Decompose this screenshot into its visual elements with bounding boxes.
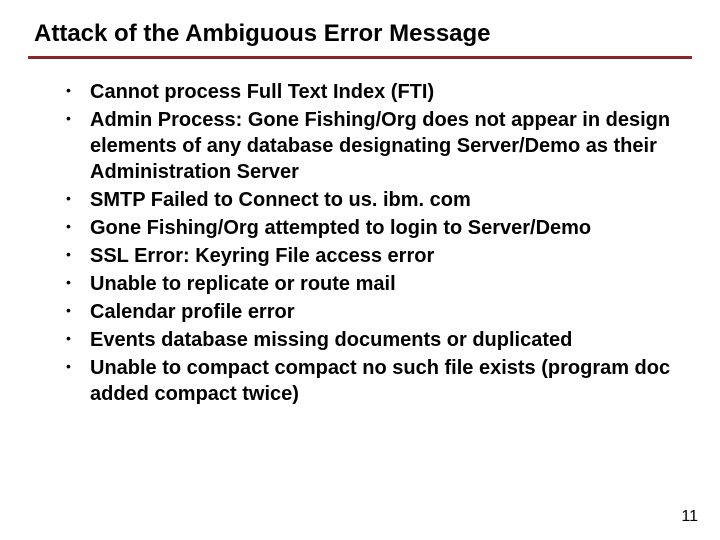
list-item: Cannot process Full Text Index (FTI) — [66, 79, 682, 105]
slide: Attack of the Ambiguous Error Message Ca… — [0, 0, 720, 407]
bullet-list: Cannot process Full Text Index (FTI) Adm… — [66, 79, 682, 407]
page-number: 11 — [681, 508, 698, 526]
list-item: Calendar profile error — [66, 299, 682, 325]
list-item: Events database missing documents or dup… — [66, 327, 682, 353]
list-item: Gone Fishing/Org attempted to login to S… — [66, 215, 682, 241]
title-divider — [28, 56, 692, 59]
list-item: Unable to compact compact no such file e… — [66, 355, 682, 407]
list-item: Unable to replicate or route mail — [66, 271, 682, 297]
slide-title: Attack of the Ambiguous Error Message — [28, 20, 692, 48]
list-item: SMTP Failed to Connect to us. ibm. com — [66, 187, 682, 213]
list-item: SSL Error: Keyring File access error — [66, 243, 682, 269]
slide-content: Cannot process Full Text Index (FTI) Adm… — [28, 79, 692, 407]
list-item: Admin Process: Gone Fishing/Org does not… — [66, 107, 682, 185]
